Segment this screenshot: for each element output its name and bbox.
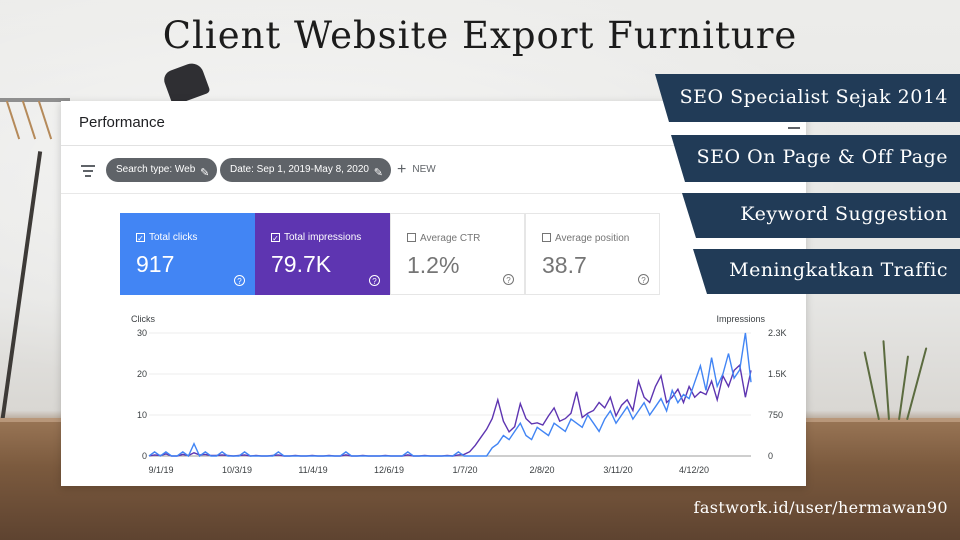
right-tick-label: 750 [768, 410, 783, 420]
metric-total-clicks[interactable]: ✓ Total clicks 917 ? [120, 213, 255, 295]
new-filter-button[interactable]: + NEW [397, 161, 436, 179]
metric-label: ✓ Total clicks [136, 232, 197, 243]
help-icon[interactable]: ? [503, 274, 514, 285]
left-tick-label: 20 [137, 369, 147, 379]
filter-icon[interactable] [81, 165, 95, 177]
right-tick-label: 0 [768, 451, 773, 461]
footer-url[interactable]: fastwork.id/user/hermawan90 [694, 498, 948, 517]
metric-label-text: Average position [555, 233, 630, 244]
chip-label: Date: Sep 1, 2019-May 8, 2020 [230, 164, 369, 175]
ribbon-traffic: Meningkatkan Traffic [693, 249, 960, 294]
x-tick-label: 4/12/20 [679, 465, 709, 475]
metric-label-text: Total impressions [284, 232, 362, 243]
metric-label: Average position [542, 233, 629, 244]
chart-grid [149, 332, 751, 457]
new-label: NEW [412, 164, 436, 175]
checkbox-unchecked-icon [407, 233, 416, 242]
metric-value: 38.7 [542, 252, 587, 278]
right-tick-label: 1.5K [768, 369, 787, 379]
metric-label-text: Average CTR [420, 233, 481, 244]
metric-label: ✓ Total impressions [271, 232, 361, 243]
help-icon[interactable]: ? [638, 274, 649, 285]
ribbon-keyword-suggestion: Keyword Suggestion [682, 193, 960, 238]
left-tick-label: 0 [142, 451, 147, 461]
left-axis-label: Clicks [131, 314, 155, 324]
right-axis-ticks: 2.3K 1.5K 750 0 [768, 328, 787, 461]
checkbox-checked-icon: ✓ [136, 233, 145, 243]
pencil-icon: ✎ [200, 167, 210, 179]
metric-average-position[interactable]: Average position 38.7 ? [525, 213, 660, 295]
impressions-series-line [148, 363, 752, 457]
clicks-series-line [148, 332, 752, 458]
x-tick-label: 11/4/19 [298, 465, 327, 475]
x-tick-label: 9/1/19 [148, 465, 173, 475]
clothes-rack [0, 98, 70, 102]
metric-label: Average CTR [407, 233, 480, 244]
right-tick-label: 2.3K [768, 328, 787, 338]
x-tick-label: 2/8/20 [529, 465, 554, 475]
checkbox-checked-icon: ✓ [271, 233, 280, 243]
performance-chart: Clicks Impressions 3020100 2.3K1.5K7500 … [131, 314, 787, 475]
left-axis-ticks: 30 20 10 0 [137, 328, 147, 461]
x-axis-ticks: 9/1/19 10/3/19 11/4/19 12/6/19 1/7/20 2/8/20 3… [148, 465, 709, 475]
panel-title: Performance [79, 114, 165, 131]
left-tick-label: 10 [137, 410, 147, 420]
x-tick-label: 1/7/20 [452, 465, 477, 475]
date-filter-chip[interactable]: Date: Sep 1, 2019-May 8, 2020 ✎ [220, 158, 391, 182]
checkbox-unchecked-icon [542, 233, 551, 242]
minimize-icon[interactable] [788, 127, 800, 129]
headline-title: Client Website Export Furniture [162, 14, 798, 57]
plus-icon: + [397, 161, 407, 178]
x-tick-label: 12/6/19 [374, 465, 404, 475]
metric-value: 79.7K [271, 251, 332, 277]
help-icon[interactable]: ? [369, 275, 380, 286]
help-icon[interactable]: ? [234, 275, 245, 286]
search-type-filter-chip[interactable]: Search type: Web ✎ [106, 158, 218, 182]
metric-value: 917 [136, 251, 175, 277]
ribbon-seo-specialist: SEO Specialist Sejak 2014 [655, 74, 960, 122]
metric-average-ctr[interactable]: Average CTR 1.2% ? [390, 213, 525, 295]
metric-total-impressions[interactable]: ✓ Total impressions 79.7K ? [255, 213, 390, 295]
left-tick-label: 30 [137, 328, 147, 338]
metric-value: 1.2% [407, 252, 460, 278]
x-tick-label: 10/3/19 [222, 465, 252, 475]
ribbon-on-off-page: SEO On Page & Off Page [671, 135, 960, 182]
right-axis-label: Impressions [716, 314, 765, 324]
x-tick-label: 3/11/20 [603, 465, 632, 475]
pencil-icon: ✎ [373, 167, 383, 179]
metric-label-text: Total clicks [149, 232, 198, 243]
chip-label: Search type: Web [116, 164, 196, 175]
